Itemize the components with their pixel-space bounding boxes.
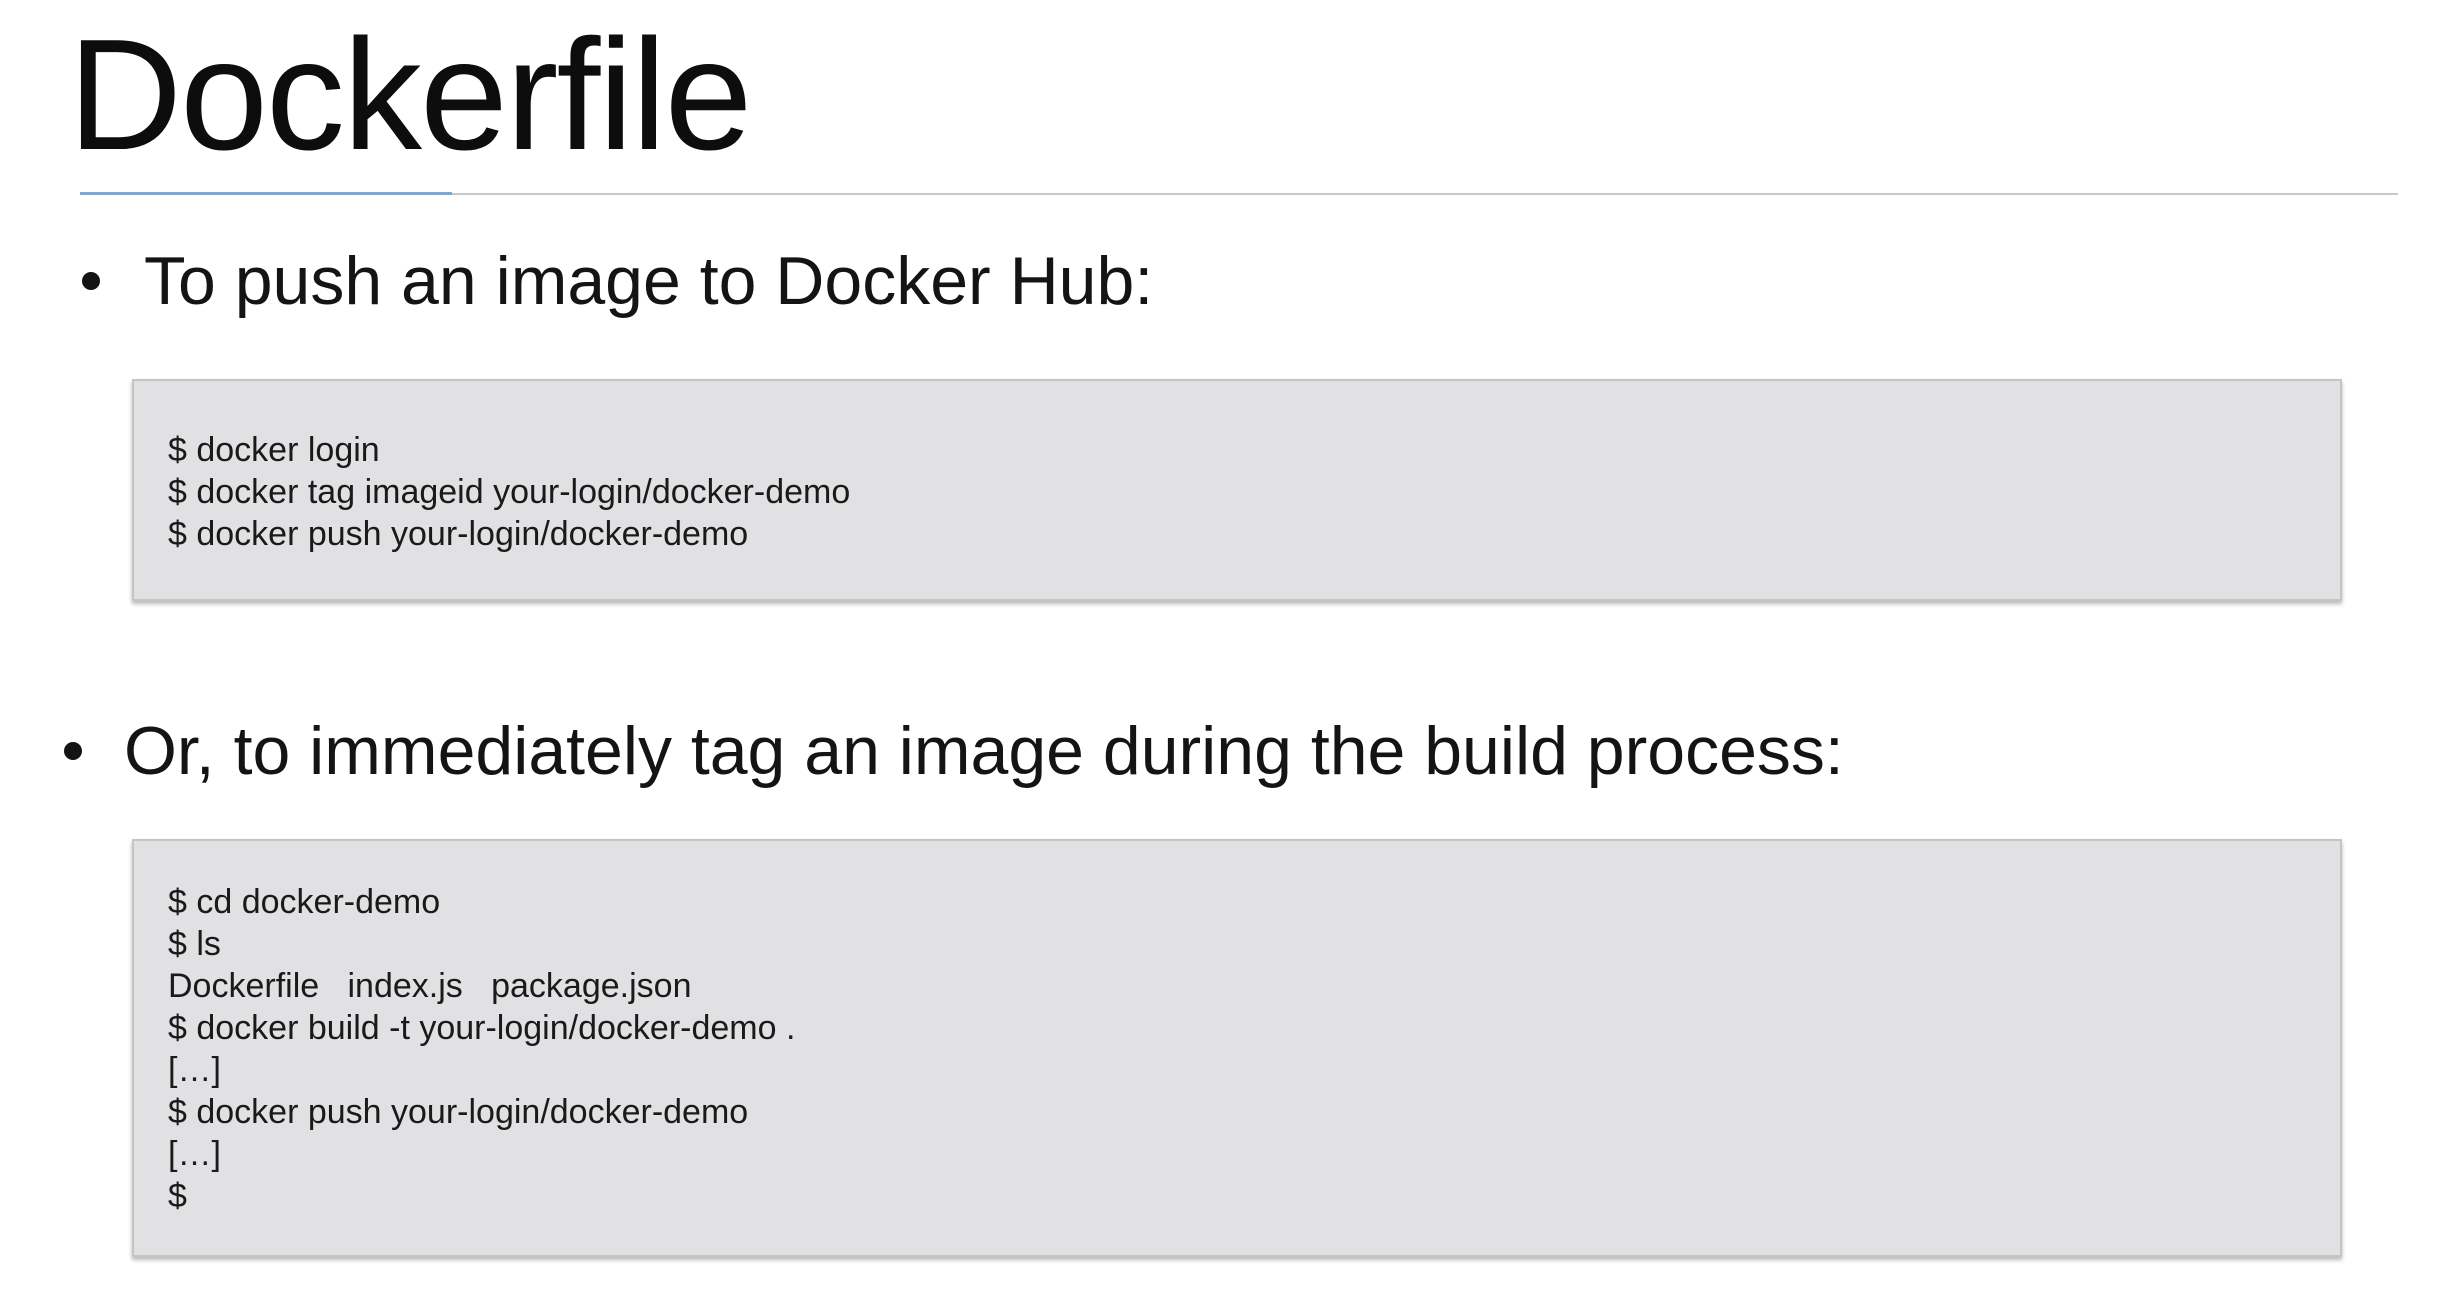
code-line: […]: [168, 1135, 221, 1173]
code-block-build: $ cd docker-demo $ ls Dockerfile index.j…: [132, 839, 2342, 1257]
code-line: $ docker login: [168, 431, 380, 469]
bullet-item-push: To push an image to Docker Hub:: [82, 236, 1153, 326]
code-line: $ cd docker-demo: [168, 883, 441, 921]
bullet-icon: [64, 742, 82, 760]
bullet-item-build-tag: Or, to immediately tag an image during t…: [64, 706, 1844, 796]
code-block-push: $ docker login $ docker tag imageid your…: [132, 379, 2342, 601]
code-line: $ docker push your-login/docker-demo: [168, 1093, 749, 1131]
slide-title: Dockerfile: [68, 7, 752, 183]
code-line: $ docker build -t your-login/docker-demo…: [168, 1009, 796, 1047]
code-line: $: [168, 1177, 187, 1215]
code-lines: $ docker login $ docker tag imageid your…: [168, 429, 850, 555]
code-line: $ docker push your-login/docker-demo: [168, 515, 749, 553]
code-line: $ docker tag imageid your-login/docker-d…: [168, 473, 851, 511]
title-divider-accent: [80, 192, 452, 195]
bullet-text: Or, to immediately tag an image during t…: [124, 713, 1844, 789]
code-line: Dockerfile index.js package.json: [168, 967, 692, 1005]
code-line: $ ls: [168, 925, 221, 963]
code-lines: $ cd docker-demo $ ls Dockerfile index.j…: [168, 881, 795, 1217]
bullet-icon: [82, 272, 100, 290]
bullet-text: To push an image to Docker Hub:: [144, 243, 1154, 319]
code-line: […]: [168, 1051, 221, 1089]
